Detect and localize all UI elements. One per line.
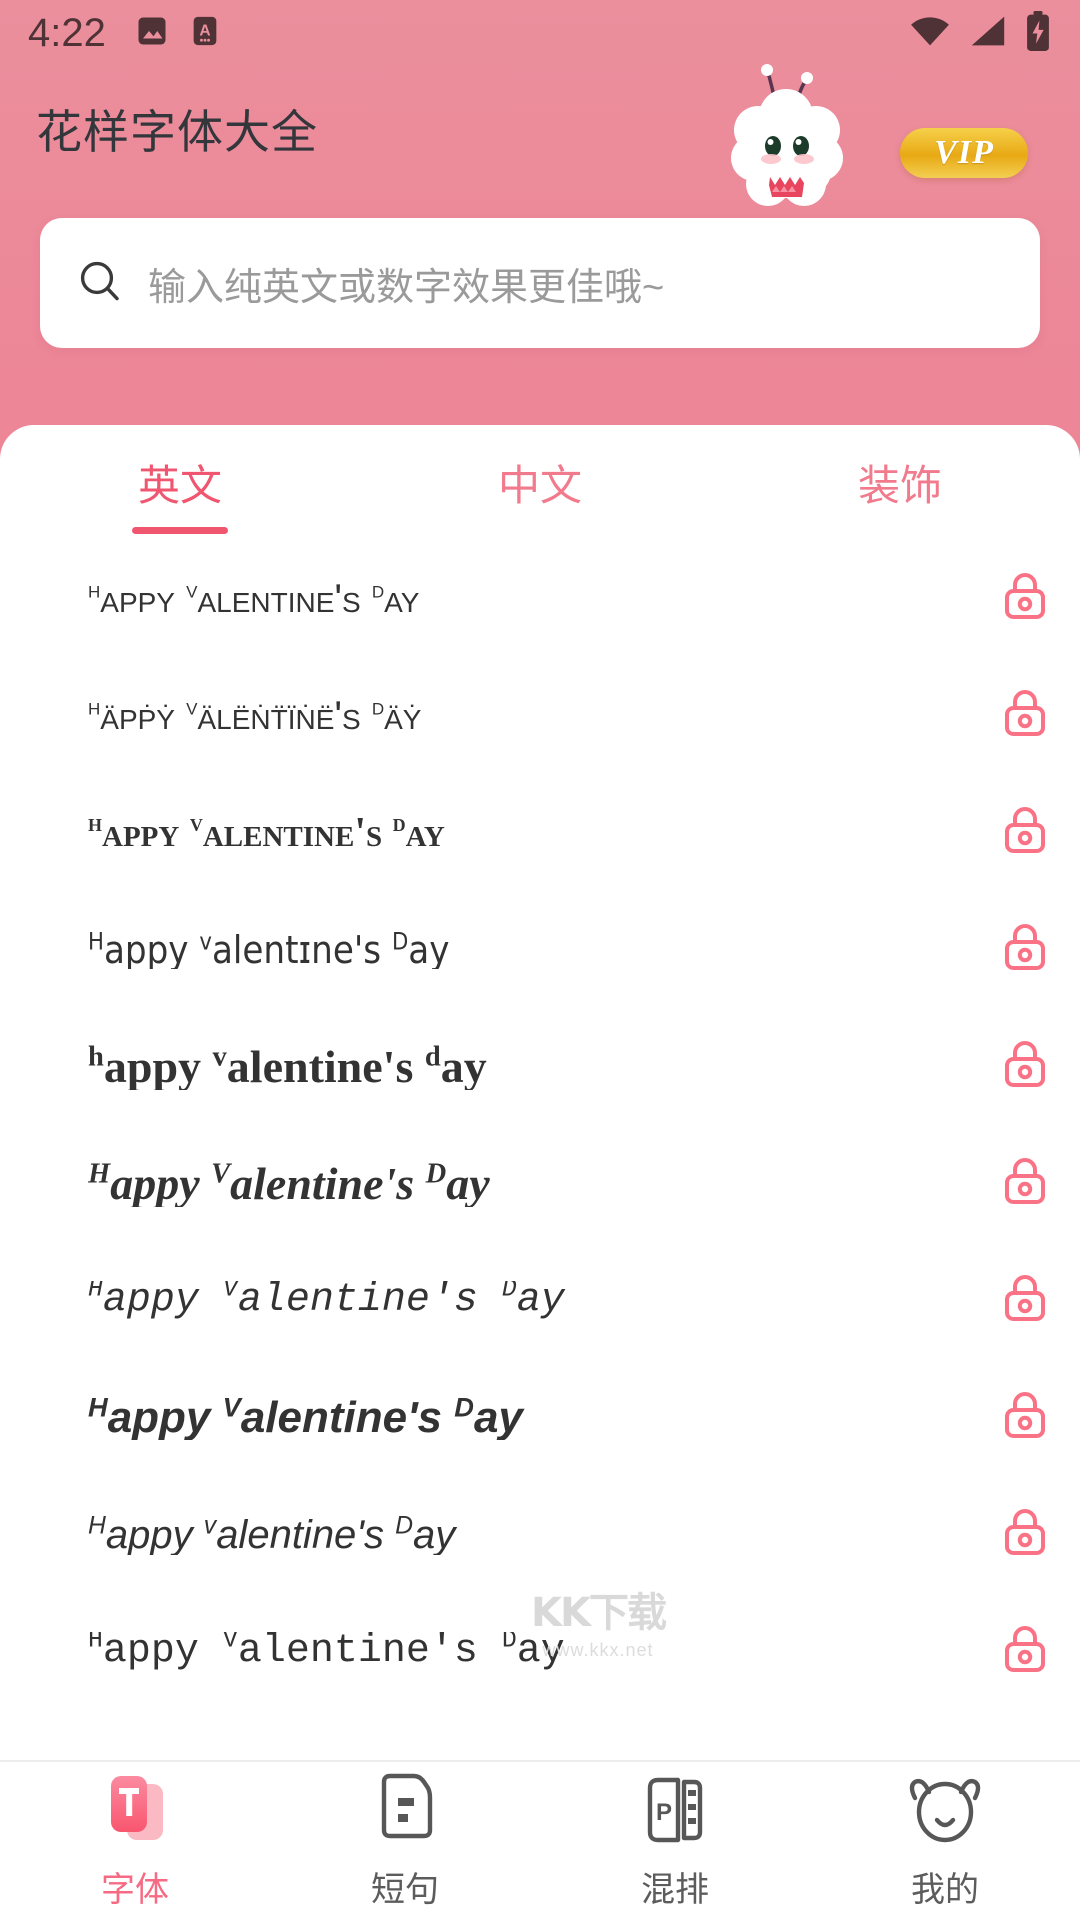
- lock-icon: [999, 1503, 1051, 1566]
- vip-label: VIP: [934, 134, 994, 171]
- tab-english[interactable]: 英文: [0, 425, 360, 540]
- app-root: 4:22 A 花样字体大全 VIP 输入纯英文或数字效果更佳哦~ 英文 中文 装…: [0, 0, 1080, 1920]
- lock-button[interactable]: [970, 801, 1080, 864]
- content-card: 英文 中文 装饰 Happy Valentine's Day hӓpṗẏ vӓlë…: [0, 425, 1080, 1920]
- font-style-row[interactable]: Happy Valentine's Day: [0, 1125, 1080, 1242]
- lock-button[interactable]: [970, 1386, 1080, 1449]
- nav-item-mixed[interactable]: P 混排: [540, 1762, 810, 1920]
- lock-button[interactable]: [970, 1152, 1080, 1215]
- lock-button[interactable]: [970, 567, 1080, 630]
- category-tabs: 英文 中文 装饰: [0, 425, 1080, 540]
- signal-icon: [968, 13, 1008, 54]
- cloud-monster-mascot-icon: [716, 58, 866, 218]
- image-icon: [134, 13, 170, 54]
- font-style-row[interactable]: Happy valentɪne's Day: [0, 891, 1080, 1008]
- font-style-row[interactable]: happy valentine's day: [0, 1008, 1080, 1125]
- page-title: 花样字体大全: [36, 106, 318, 158]
- status-left-icons: A: [134, 13, 222, 54]
- nav-item-phrase[interactable]: 短句: [270, 1762, 540, 1920]
- search-bar[interactable]: 输入纯英文或数字效果更佳哦~: [40, 218, 1040, 348]
- lock-button[interactable]: [970, 1269, 1080, 1332]
- status-bar: 4:22 A: [0, 0, 1080, 66]
- font-sample-text: Happy Valentine's Day: [88, 1395, 523, 1440]
- lock-icon: [999, 801, 1051, 864]
- font-sample-text: happy valentine's day: [88, 1043, 487, 1090]
- svg-text:P: P: [656, 1799, 672, 1826]
- nav-label: 短句: [371, 1870, 439, 1909]
- lock-icon: [999, 1620, 1051, 1683]
- nav-item-font[interactable]: 字体: [0, 1762, 270, 1920]
- lock-icon: [999, 684, 1051, 747]
- wifi-icon: [908, 13, 952, 54]
- lock-icon: [999, 1386, 1051, 1449]
- lock-icon: [999, 1035, 1051, 1098]
- font-style-row[interactable]: Happy Valentine's Day: [0, 540, 1080, 657]
- font-style-row[interactable]: Happy Valentine's Day: [0, 1593, 1080, 1710]
- nav-label: 字体: [101, 1870, 169, 1909]
- font-sample-text: Happy Valentine's Day: [88, 1631, 565, 1672]
- tab-decoration[interactable]: 装饰: [720, 425, 1080, 540]
- font-sample-text: Happy Valentine's Day: [88, 1160, 490, 1207]
- tab-label: 中文: [497, 462, 582, 509]
- search-icon: [76, 257, 124, 310]
- tab-chinese[interactable]: 中文: [360, 425, 720, 540]
- vip-badge[interactable]: VIP: [900, 128, 1028, 178]
- search-input[interactable]: 输入纯英文或数字效果更佳哦~: [148, 256, 664, 311]
- tab-active-underline: [132, 527, 228, 534]
- lock-icon: [999, 1152, 1051, 1215]
- font-style-list: Happy Valentine's Day hӓpṗẏ vӓlëṅẗïṅë's d…: [0, 540, 1080, 1710]
- lock-button[interactable]: [970, 1503, 1080, 1566]
- short-phrase-icon: [374, 1772, 436, 1848]
- font-style-row[interactable]: Happy valentine's Day: [0, 1476, 1080, 1593]
- svg-text:A: A: [199, 22, 210, 39]
- tab-label: 英文: [137, 462, 222, 509]
- tab-label: 装饰: [857, 462, 942, 509]
- mixed-layout-icon: P: [642, 1772, 708, 1848]
- font-sample-text: Happy Valentine's Day: [88, 1280, 565, 1321]
- nav-item-profile[interactable]: 我的: [810, 1762, 1080, 1920]
- battery-charging-icon: [1024, 10, 1052, 56]
- lock-icon: [999, 567, 1051, 630]
- font-style-row[interactable]: Happy Valentine's Day: [0, 1359, 1080, 1476]
- nav-label: 混排: [641, 1870, 709, 1909]
- font-t-icon: [101, 1772, 169, 1848]
- font-sample-text: Happy valentɪne's Day: [88, 930, 450, 969]
- font-style-row[interactable]: Happy Valentine's Day: [0, 774, 1080, 891]
- app-a-icon: A: [188, 14, 222, 53]
- status-time: 4:22: [28, 11, 106, 55]
- font-sample-text: Happy Valentine's Day: [88, 578, 420, 619]
- lock-button[interactable]: [970, 684, 1080, 747]
- profile-bear-icon: [909, 1772, 981, 1848]
- font-sample-text: Happy valentine's Day: [88, 1514, 456, 1555]
- status-right-icons: [908, 10, 1052, 56]
- lock-icon: [999, 918, 1051, 981]
- font-sample-text: Happy Valentine's Day: [88, 811, 445, 854]
- lock-icon: [999, 1269, 1051, 1332]
- font-style-row[interactable]: hӓpṗẏ vӓlëṅẗïṅë's dӓẏ: [0, 657, 1080, 774]
- font-sample-text: hӓpṗẏ vӓlëṅẗïṅë's dӓẏ: [88, 695, 422, 736]
- bottom-navigation: 字体 短句 P 混排 我的: [0, 1760, 1080, 1920]
- nav-label: 我的: [911, 1870, 979, 1909]
- lock-button[interactable]: [970, 918, 1080, 981]
- font-style-row[interactable]: Happy Valentine's Day: [0, 1242, 1080, 1359]
- lock-button[interactable]: [970, 1620, 1080, 1683]
- lock-button[interactable]: [970, 1035, 1080, 1098]
